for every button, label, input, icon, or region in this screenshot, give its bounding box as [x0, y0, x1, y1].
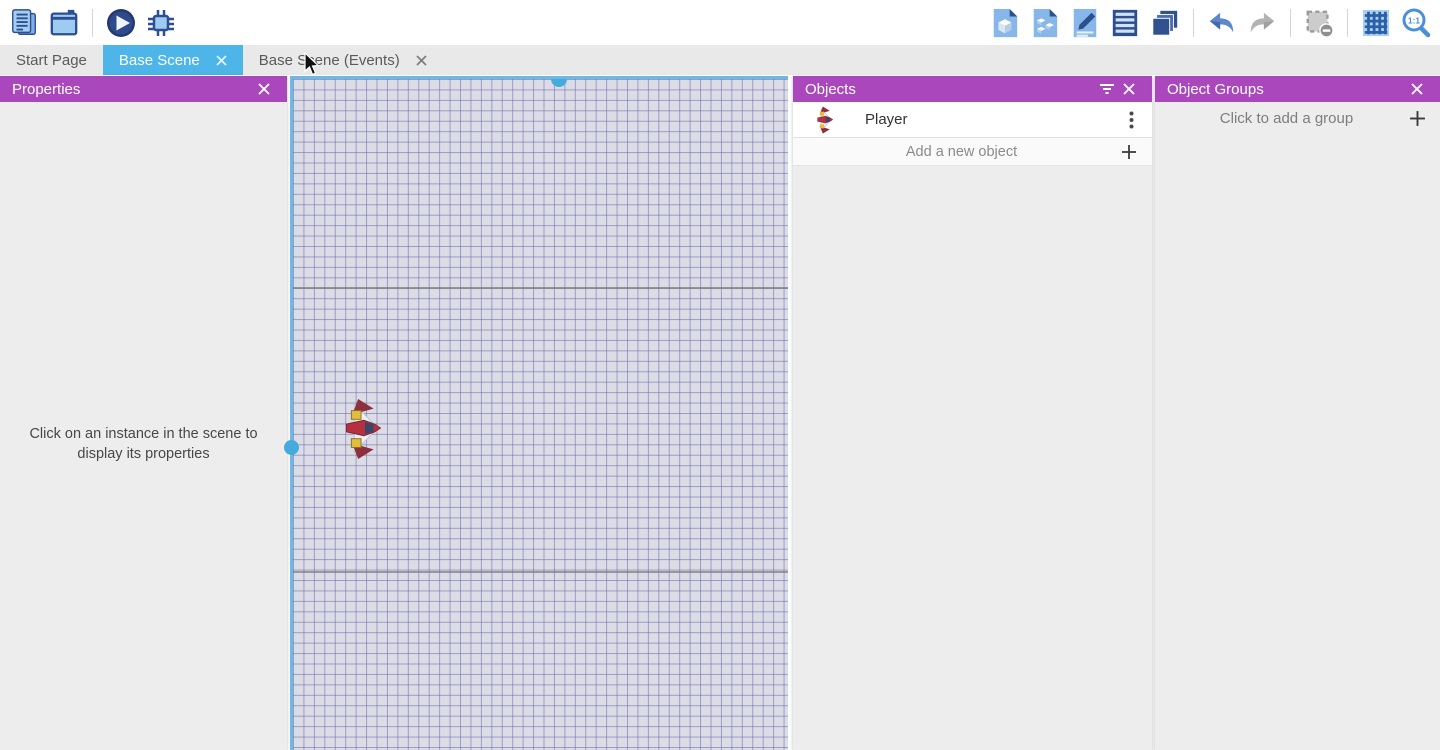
window-icon	[49, 8, 79, 38]
toggle-window-mask-button[interactable]	[1303, 7, 1335, 39]
close-tab-icon[interactable]	[216, 55, 227, 66]
toolbar-divider	[1290, 9, 1291, 37]
tab-base-scene[interactable]: Base Scene	[103, 45, 243, 75]
properties-document-icon	[1070, 8, 1100, 38]
properties-panel: Properties Click on an instance in the s…	[0, 76, 287, 750]
game-window-border-top	[293, 287, 788, 289]
close-panel-icon[interactable]	[253, 78, 275, 100]
tab-base-scene-events[interactable]: Base Scene (Events)	[243, 45, 443, 75]
tab-label: Start Page	[16, 52, 87, 69]
filter-icon[interactable]	[1096, 78, 1118, 100]
zoom-label: 1:1	[1408, 15, 1421, 25]
redo-button[interactable]	[1246, 7, 1278, 39]
object-row-player[interactable]: Player	[793, 102, 1152, 138]
game-window-border-bottom	[293, 571, 788, 573]
object-name: Player	[865, 111, 1120, 128]
player-ship-sprite	[345, 398, 381, 460]
main-toolbar: 1:1	[0, 0, 1440, 45]
gdevelop-window: 1:1 Start Page Base Scene Base Scene (Ev…	[0, 0, 1440, 750]
object-menu-icon[interactable]	[1120, 109, 1142, 131]
player-instance[interactable]	[345, 398, 381, 460]
properties-hint-text: Click on an instance in the scene to dis…	[0, 424, 287, 464]
open-objects-panel-button[interactable]	[989, 7, 1021, 39]
tab-label: Base Scene (Events)	[259, 52, 400, 69]
close-panel-icon[interactable]	[1406, 78, 1428, 100]
toolbar-divider	[1347, 9, 1348, 37]
play-icon	[105, 7, 137, 39]
toolbar-divider	[1193, 9, 1194, 37]
add-group-row[interactable]: Click to add a group	[1155, 102, 1440, 134]
toolbar-left-group	[8, 7, 177, 39]
tab-start-page[interactable]: Start Page	[0, 45, 103, 75]
properties-panel-header: Properties	[0, 76, 287, 102]
open-object-groups-panel-button[interactable]	[1029, 7, 1061, 39]
bug-icon	[145, 7, 177, 39]
object-groups-document-icon	[1030, 8, 1060, 38]
project-manager-button[interactable]	[8, 7, 40, 39]
open-properties-panel-button[interactable]	[1069, 7, 1101, 39]
preview-button[interactable]	[105, 7, 137, 39]
add-group-label: Click to add a group	[1167, 110, 1406, 127]
window-mask-icon	[1304, 8, 1334, 38]
properties-panel-title: Properties	[12, 81, 80, 98]
objects-document-icon	[990, 8, 1020, 38]
object-groups-panel-header: Object Groups	[1155, 76, 1440, 102]
objects-panel-header: Objects	[793, 76, 1152, 102]
plus-icon[interactable]	[1406, 107, 1428, 129]
plus-icon[interactable]	[1118, 141, 1140, 163]
open-layers-panel-button[interactable]	[1149, 7, 1181, 39]
grid-icon	[1361, 8, 1391, 38]
selection-border-top	[290, 76, 788, 79]
zoom-original-button[interactable]: 1:1	[1400, 7, 1432, 39]
toolbar-right-group: 1:1	[989, 7, 1432, 39]
toggle-grid-button[interactable]	[1360, 7, 1392, 39]
debug-button[interactable]	[145, 7, 177, 39]
project-manager-icon	[9, 8, 39, 38]
toolbar-divider	[92, 9, 93, 37]
layers-icon	[1150, 8, 1180, 38]
object-groups-panel-title: Object Groups	[1167, 81, 1264, 98]
add-object-row[interactable]: Add a new object	[793, 138, 1152, 166]
selection-border-left	[290, 76, 293, 750]
resize-handle-left[interactable]	[284, 440, 299, 455]
objects-panel: Objects Player	[793, 76, 1152, 750]
tab-label: Base Scene	[119, 52, 200, 69]
close-panel-icon[interactable]	[1118, 78, 1140, 100]
instances-list-icon	[1110, 8, 1140, 38]
close-tab-icon[interactable]	[416, 55, 427, 66]
scene-canvas[interactable]	[290, 76, 788, 750]
redo-icon	[1247, 8, 1277, 38]
player-thumbnail-icon	[809, 104, 841, 136]
undo-icon	[1207, 8, 1237, 38]
objects-panel-title: Objects	[805, 81, 856, 98]
add-object-label: Add a new object	[805, 144, 1118, 160]
start-page-button[interactable]	[48, 7, 80, 39]
open-instances-list-button[interactable]	[1109, 7, 1141, 39]
object-groups-panel: Object Groups Click to add a group	[1155, 76, 1440, 750]
zoom-one-to-one-icon: 1:1	[1400, 7, 1432, 39]
undo-button[interactable]	[1206, 7, 1238, 39]
tab-bar: Start Page Base Scene Base Scene (Events…	[0, 45, 1440, 75]
